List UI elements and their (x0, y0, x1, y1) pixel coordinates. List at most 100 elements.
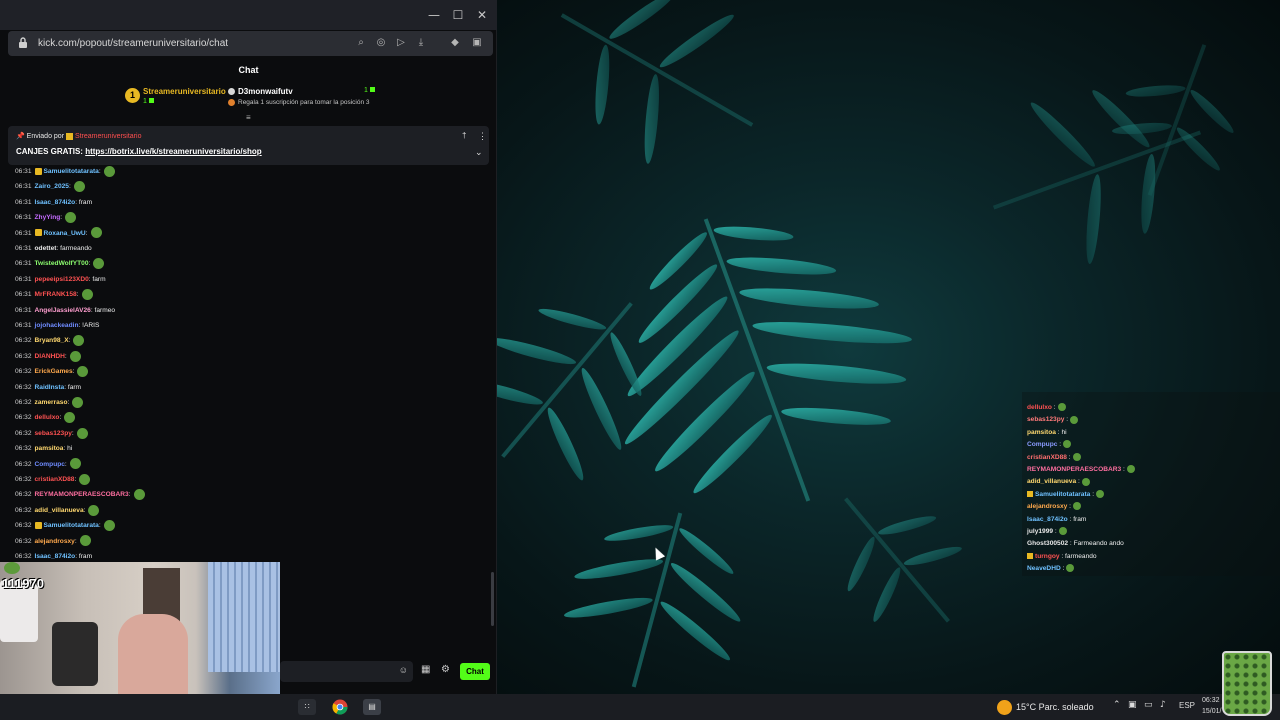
chat-message: 06:31 Samuelitotatarata: (15, 165, 115, 179)
leaderboard-gift-prompt[interactable]: Regala 1 suscripción para tomar la posic… (228, 99, 370, 106)
pin-icon[interactable]: † (462, 131, 466, 140)
url-text[interactable]: kick.com/popout/streameruniversitario/ch… (38, 38, 228, 49)
message-username[interactable]: sebas123py (35, 430, 72, 437)
emote-icon (1081, 477, 1090, 486)
emote-icon (1073, 502, 1082, 511)
message-username[interactable]: odettet (35, 245, 57, 252)
gift-icon (148, 98, 154, 103)
chat-send-button[interactable]: Chat (460, 663, 490, 680)
overlay-username: turngoy (1035, 552, 1060, 560)
chat-message: 06:31 MrFRANK158: (15, 288, 93, 302)
message-username[interactable]: dellulxo (35, 414, 60, 421)
app-icon-launcher[interactable]: ∷ (298, 699, 316, 715)
emote-icon (76, 427, 88, 439)
message-time: 06:32 (15, 399, 32, 406)
chat-message: 06:31 odettet: farmeando (15, 242, 92, 256)
chat-scrollbar[interactable] (491, 572, 494, 626)
network-icon[interactable]: ▭ (1144, 700, 1153, 710)
box-icon[interactable]: ▣ (470, 36, 484, 50)
chat-message: 06:32 cristianXD88: (15, 473, 91, 487)
message-username[interactable]: Samuelitotatarata (44, 168, 99, 175)
message-time: 06:32 (15, 445, 32, 453)
app-icon-window[interactable]: ▤ (363, 699, 381, 715)
message-username[interactable]: AngelJassielAV26 (35, 307, 91, 314)
message-username[interactable]: alejandrosxy (35, 538, 75, 545)
message-text: : (74, 537, 77, 545)
message-username[interactable]: jojohackeadin (35, 322, 79, 329)
message-username[interactable]: Roxana_UwU (44, 230, 86, 237)
message-username[interactable]: cristianXD88 (35, 476, 75, 483)
store-icon[interactable]: ▦ (421, 664, 430, 675)
frog-mug-widget (1222, 651, 1272, 716)
chat-input[interactable]: ☺ (280, 661, 413, 682)
message-username[interactable]: pamsitoa (35, 445, 64, 452)
maximize-icon[interactable]: ☐ (450, 7, 466, 23)
message-username[interactable]: DIANHDH (35, 353, 65, 360)
message-time: 06:31 (15, 275, 32, 283)
message-time: 06:32 (15, 491, 32, 499)
pinned-link[interactable]: https://botrix.live/k/streameruniversita… (85, 147, 262, 156)
emote-icon (72, 396, 84, 408)
message-username[interactable]: ZhyYing (35, 214, 61, 221)
leaderboard-second-name[interactable]: D3monwaifutv (228, 87, 293, 96)
message-text: : (76, 291, 79, 299)
message-text: : (72, 368, 75, 376)
download-icon[interactable]: ⤓ (414, 36, 428, 50)
message-time: 06:31 (15, 214, 32, 222)
address-bar[interactable]: kick.com/popout/streameruniversitario/ch… (8, 31, 493, 56)
leaderboard-first-name[interactable]: Streameruniversitario (143, 87, 226, 96)
message-username[interactable]: Bryan98_X (35, 337, 69, 344)
system-clock[interactable]: 06:32 15/01/ (1202, 695, 1221, 717)
more-options-icon[interactable]: ⋮ (478, 131, 487, 142)
message-username[interactable]: Isaac_874i2o (35, 199, 76, 206)
chevron-up-icon[interactable]: ⌃ (1113, 700, 1121, 710)
emote-icon (1063, 440, 1072, 449)
chat-message: 06:31 jojohackeadin: !ARIS (15, 319, 99, 333)
message-username[interactable]: Compupc (35, 461, 65, 468)
pinned-sender[interactable]: Streameruniversitario (75, 133, 142, 140)
overlay-username: cristianXD88 (1027, 453, 1067, 461)
message-username[interactable]: REYMAMONPERAESCOBAR3 (35, 491, 129, 498)
message-username[interactable]: Zairo_2025 (35, 183, 69, 190)
gift-leaderboard: 1 Streameruniversitario 1 D3monwaifutv 1… (0, 82, 497, 112)
message-time: 06:31 (15, 260, 32, 268)
volume-icon[interactable]: ♪ (1160, 700, 1166, 710)
search-icon[interactable]: ⌕ (354, 36, 368, 50)
message-username[interactable]: MrFRANK158 (35, 291, 77, 298)
collapse-icon[interactable]: ≡ (246, 113, 254, 122)
language-indicator[interactable]: ESP (1179, 701, 1195, 710)
send-icon[interactable]: ▷ (394, 36, 408, 50)
overlay-chat-message: dellulxo : (1027, 402, 1066, 414)
tray-app-icon[interactable]: ▣ (1128, 700, 1137, 710)
emoji-icon[interactable]: ☺ (399, 665, 408, 675)
message-username[interactable]: ErickGames (35, 368, 73, 375)
message-username[interactable]: RaidInsta (35, 384, 65, 391)
message-username[interactable]: zamerraso (35, 399, 68, 406)
message-time: 06:31 (15, 198, 32, 206)
gear-icon[interactable]: ⚙ (441, 664, 450, 675)
overlay-chat: dellulxo : sebas123py : pamsitoa : hi Compu… (1022, 392, 1280, 576)
message-username[interactable]: Isaac_874i2o (35, 553, 76, 560)
chat-message: 06:32 pamsitoa: hi (15, 442, 72, 456)
message-text: : fram (75, 553, 93, 560)
message-text: : fram (75, 198, 93, 206)
overlay-chat-message: turngoy : farmeando (1027, 551, 1097, 563)
message-username[interactable]: TwistedWolfYT00 (35, 260, 89, 267)
message-time: 06:32 (15, 537, 32, 545)
emote-icon (103, 165, 115, 177)
chat-message: 06:31 Roxana_UwU: (15, 227, 102, 241)
overlay-username: pamsitoa (1027, 428, 1056, 436)
black-chair (52, 622, 98, 686)
chevron-down-icon[interactable]: ⌄ (475, 147, 483, 158)
weather-widget[interactable]: 15°C Parc. soleado (997, 699, 1094, 716)
message-username[interactable]: pepeeipsi123XD0 (35, 276, 89, 283)
close-icon[interactable]: ✕ (474, 7, 490, 23)
message-username[interactable]: adid_villanueva (35, 507, 84, 514)
message-username[interactable]: Samuelitotatarata (44, 522, 99, 529)
extension-icon[interactable]: ◆ (448, 36, 462, 50)
chrome-icon[interactable] (331, 699, 349, 715)
shield-icon[interactable]: ◎ (374, 36, 388, 50)
message-text: : (59, 414, 62, 422)
chat-message: 06:32 alejandrosxy: (15, 535, 91, 549)
minimize-icon[interactable]: — (426, 7, 442, 23)
